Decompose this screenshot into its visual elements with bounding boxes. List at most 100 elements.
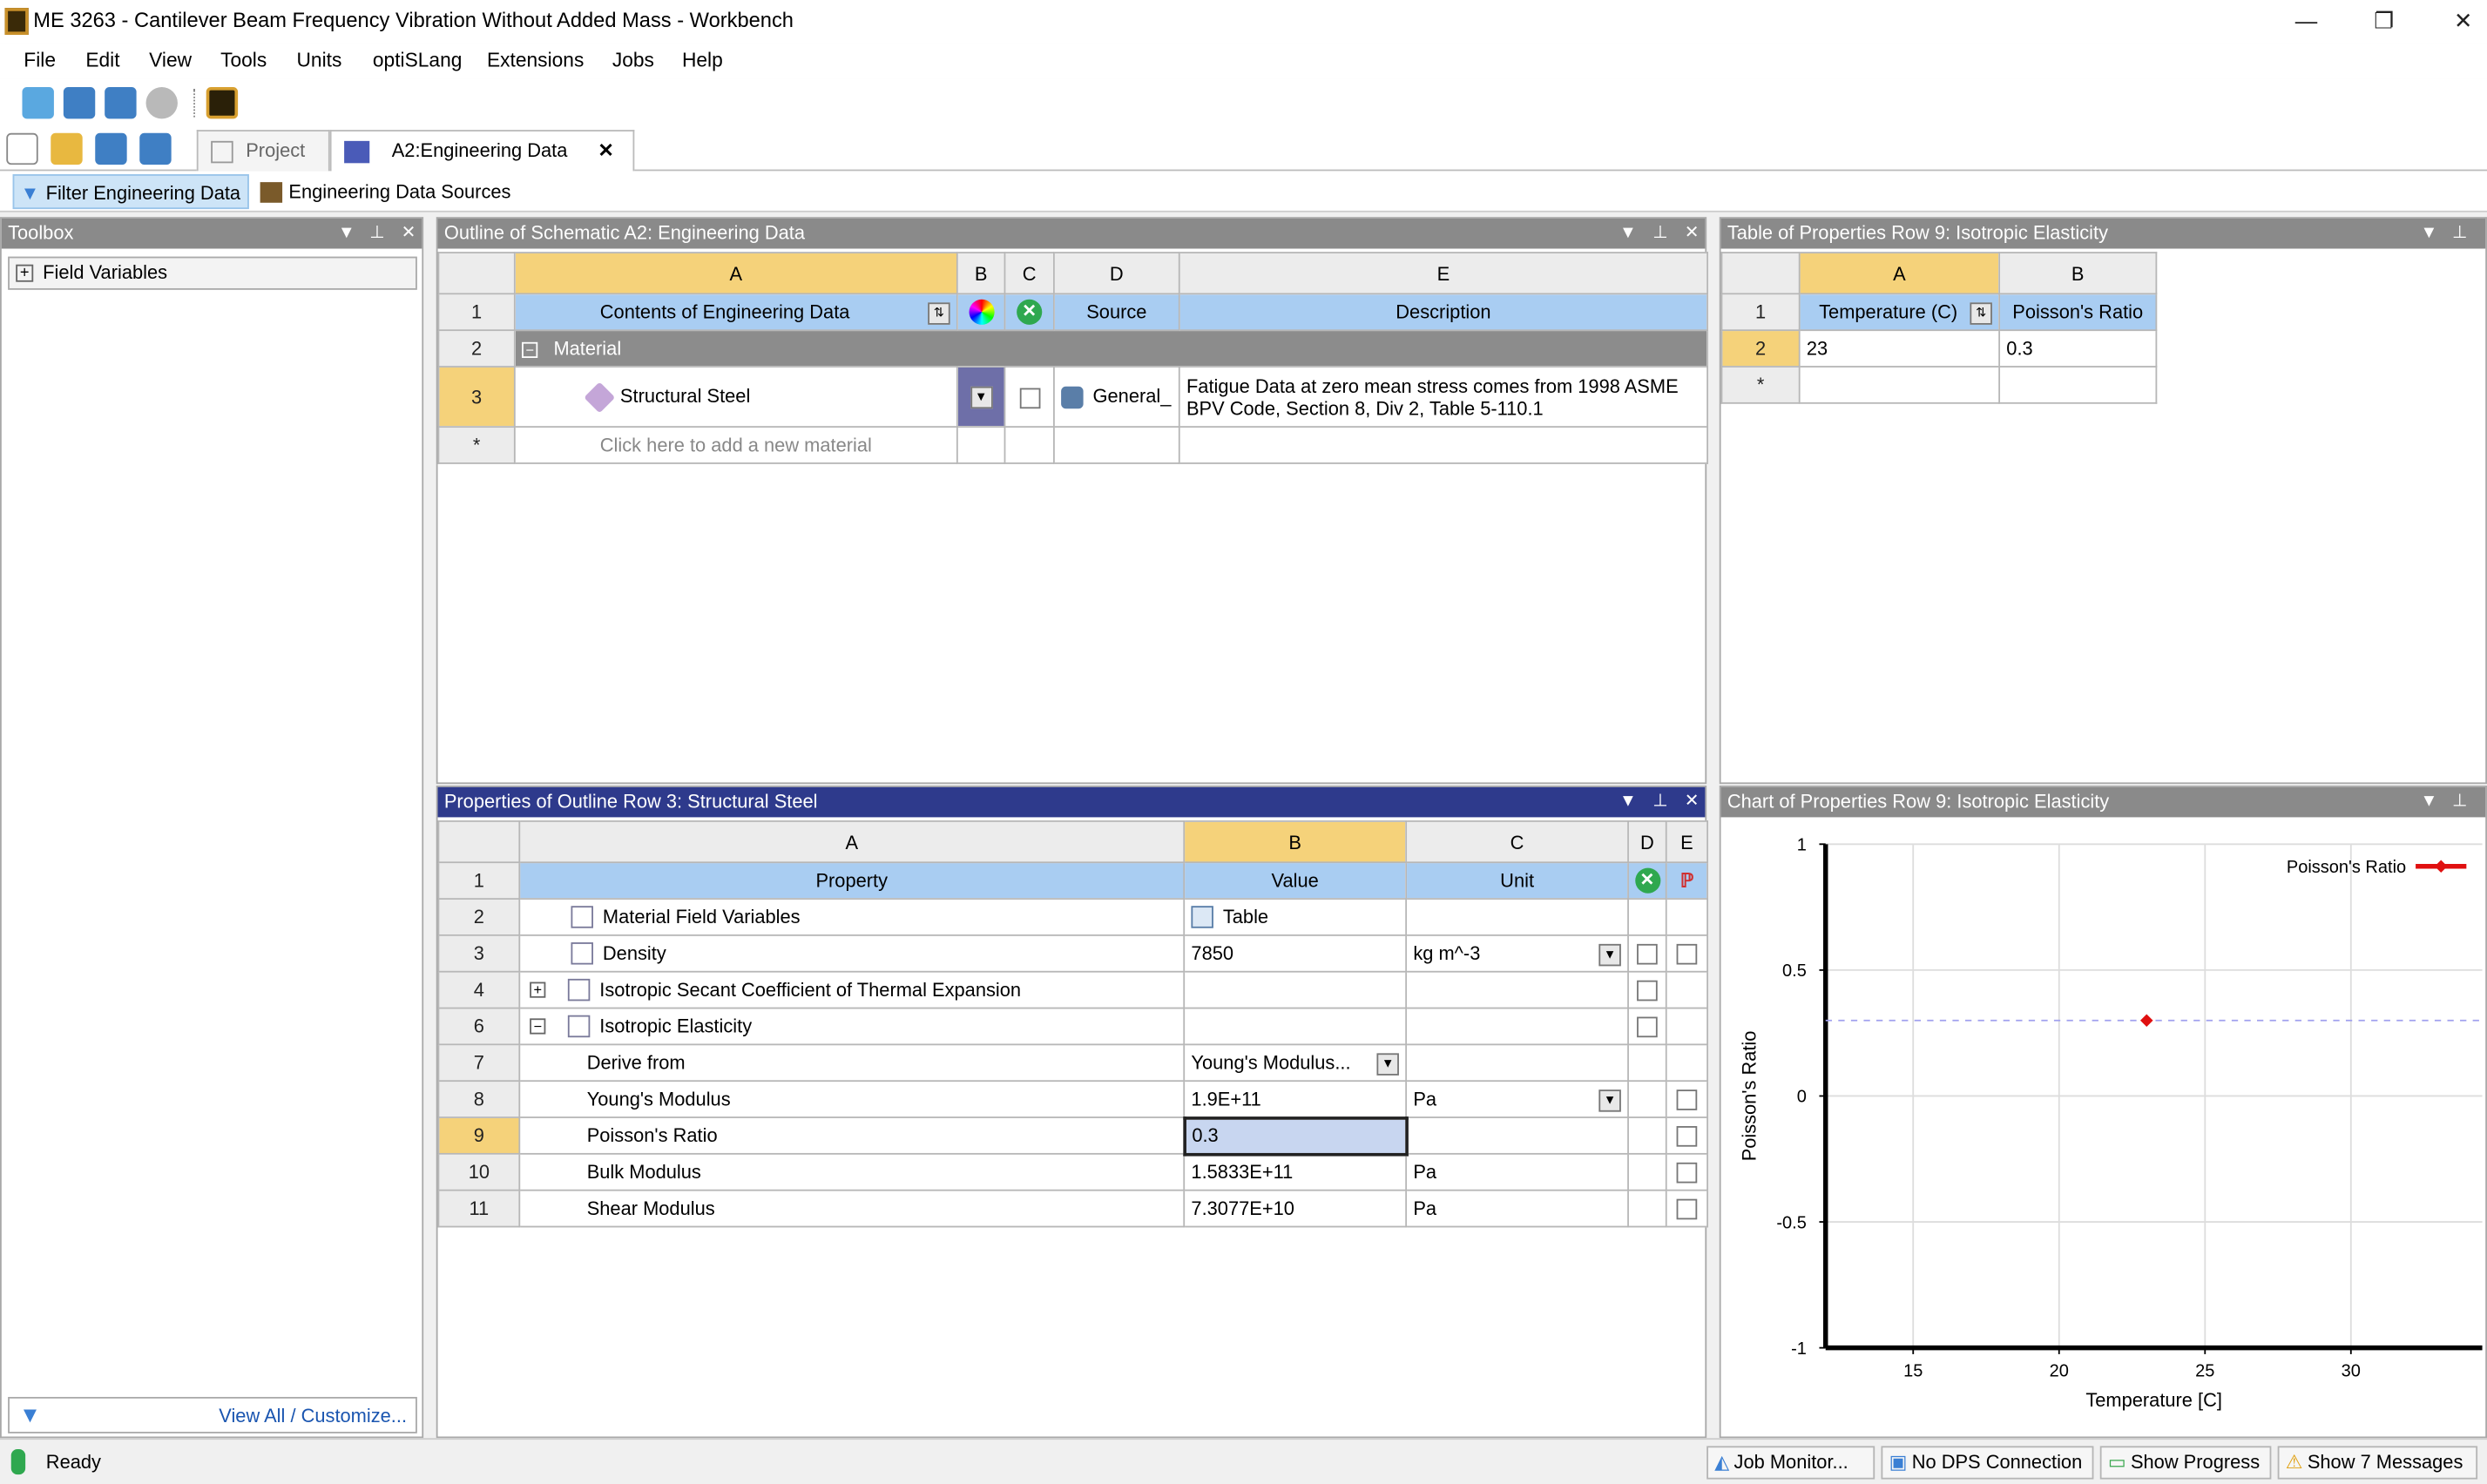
suppress-checkbox-cell[interactable] <box>1004 366 1055 428</box>
add-material-cell[interactable]: Click here to add a new material <box>513 426 958 464</box>
column-a-header[interactable]: A <box>1798 252 2001 295</box>
panel-menu-icon[interactable]: ▼ <box>338 219 355 249</box>
refresh-icon[interactable] <box>145 87 178 119</box>
value-cell[interactable]: 1.9E+11 <box>1183 1080 1408 1118</box>
column-b-header[interactable]: B <box>1998 252 2158 295</box>
value-cell[interactable]: 7850 <box>1183 934 1408 973</box>
tab-project[interactable]: Project <box>196 130 330 172</box>
temperature-value-cell[interactable]: 23 <box>1798 329 2001 368</box>
menu-extensions[interactable]: Extensions <box>487 49 584 71</box>
save-icon[interactable] <box>63 87 96 119</box>
column-b-header[interactable]: B <box>956 252 1006 295</box>
property-name-cell[interactable]: + Isotropic Secant Coefficient of Thermal… <box>518 970 1186 1009</box>
menu-optislang[interactable]: optiSLang <box>373 49 463 71</box>
close-tab-icon[interactable]: ✕ <box>598 132 613 170</box>
checkbox-cell[interactable] <box>1665 1152 1709 1191</box>
column-e-header[interactable]: E <box>1178 252 1709 295</box>
checkbox-cell[interactable] <box>1665 934 1709 973</box>
pin-icon[interactable]: ⊥ <box>2452 787 2467 818</box>
property-name-cell[interactable]: Bulk Modulus <box>518 1152 1186 1191</box>
pin-icon[interactable]: ⊥ <box>1652 787 1667 818</box>
checkbox-cell[interactable] <box>1665 1116 1709 1155</box>
checkbox[interactable] <box>1637 980 1658 1002</box>
panel-menu-icon[interactable]: ▼ <box>1619 787 1637 818</box>
property-name-cell[interactable]: Derive from <box>518 1043 1186 1083</box>
chevron-down-icon[interactable]: ▼ <box>1598 1089 1621 1111</box>
checkbox-cell[interactable] <box>1665 1080 1709 1118</box>
sort-icon[interactable]: ⇅ <box>928 301 950 324</box>
pin-icon[interactable]: ⊥ <box>2452 219 2467 249</box>
column-a-header[interactable]: A <box>513 252 958 295</box>
restore-button[interactable]: ❐ <box>2360 4 2408 36</box>
checkbox-cell[interactable] <box>1627 970 1667 1009</box>
unit-cell[interactable]: Pa ▼ <box>1405 1080 1629 1118</box>
material-group-row[interactable]: − Material <box>513 329 1709 368</box>
property-name-cell[interactable]: Shear Modulus <box>518 1189 1186 1228</box>
checkbox-cell[interactable] <box>1627 934 1667 973</box>
panel-menu-icon[interactable]: ▼ <box>2421 219 2438 249</box>
new-project-icon[interactable] <box>22 87 54 119</box>
checkbox[interactable] <box>1018 387 1040 408</box>
menu-help[interactable]: Help <box>682 49 723 71</box>
column-e-header[interactable]: E <box>1665 820 1709 864</box>
tab-engineering-data[interactable]: A2:Engineering Data ✕ <box>329 130 635 173</box>
panel-menu-icon[interactable]: ▼ <box>2421 787 2438 818</box>
ansys-icon[interactable] <box>206 87 239 119</box>
checkbox[interactable] <box>1676 1126 1698 1147</box>
value-cell[interactable] <box>1183 1007 1408 1046</box>
value-cell[interactable]: 1.5833E+11 <box>1183 1152 1408 1191</box>
checkbox[interactable] <box>1637 944 1658 965</box>
dps-connection-button[interactable]: ▣ No DPS Connection <box>1881 1446 2094 1480</box>
chevron-down-icon[interactable]: ▼ <box>1376 1052 1399 1075</box>
pin-icon[interactable]: ⊥ <box>369 219 384 249</box>
poissons-ratio-value-cell[interactable]: 0.3 <box>1998 329 2158 368</box>
checkbox[interactable] <box>1676 1198 1698 1220</box>
new-icon[interactable] <box>6 132 38 165</box>
save-as-icon[interactable] <box>139 132 172 165</box>
property-name-cell[interactable]: Density <box>518 934 1186 973</box>
structural-steel-cell[interactable]: Structural Steel <box>513 366 958 428</box>
menu-units[interactable]: Units <box>296 49 341 71</box>
collapse-icon[interactable]: − <box>522 341 538 358</box>
menu-jobs[interactable]: Jobs <box>612 49 654 71</box>
column-c-header[interactable]: C <box>1405 820 1629 864</box>
column-d-header[interactable]: D <box>1627 820 1667 864</box>
material-dropdown-cell[interactable]: ▼ <box>956 366 1006 428</box>
checkbox[interactable] <box>1637 1016 1658 1038</box>
view-all-customize-link[interactable]: View All / Customize... <box>219 1405 407 1427</box>
column-d-header[interactable]: D <box>1053 252 1180 295</box>
job-monitor-button[interactable]: ◭ Job Monitor... <box>1706 1446 1875 1480</box>
menu-view[interactable]: View <box>149 49 192 71</box>
column-a-header[interactable]: A <box>518 820 1186 864</box>
chevron-down-icon[interactable]: ▼ <box>970 387 992 409</box>
field-variables-group[interactable]: + Field Variables <box>8 256 417 290</box>
property-name-cell[interactable]: Material Field Variables <box>518 898 1186 936</box>
filter-icon[interactable]: ▼ <box>19 1401 41 1427</box>
menu-edit[interactable]: Edit <box>85 49 119 71</box>
column-c-header[interactable]: C <box>1004 252 1055 295</box>
menu-tools[interactable]: Tools <box>220 49 267 71</box>
save-icon[interactable] <box>95 132 127 165</box>
close-panel-icon[interactable]: ✕ <box>402 219 416 249</box>
open-icon[interactable] <box>51 132 83 165</box>
checkbox[interactable] <box>1676 1163 1698 1184</box>
filter-engineering-data-button[interactable]: ▼ Filter Engineering Data <box>12 174 249 210</box>
new-row-cell[interactable] <box>1998 366 2158 404</box>
value-cell[interactable]: 0.3 <box>1182 1116 1408 1156</box>
data-point[interactable] <box>2139 1014 2153 1027</box>
checkbox-cell[interactable] <box>1627 1007 1667 1046</box>
menu-file[interactable]: File <box>24 49 56 71</box>
minimize-button[interactable]: — <box>2282 4 2330 36</box>
close-panel-icon[interactable]: ✕ <box>1685 219 1700 249</box>
new-row-cell[interactable] <box>1798 366 2001 404</box>
sort-icon[interactable]: ⇅ <box>1970 301 1992 324</box>
close-panel-icon[interactable]: ✕ <box>1685 787 1700 818</box>
pin-icon[interactable]: ⊥ <box>1652 219 1667 249</box>
value-cell[interactable]: 7.3077E+10 <box>1183 1189 1408 1228</box>
value-cell[interactable]: Table <box>1183 898 1408 936</box>
panel-menu-icon[interactable]: ▼ <box>1619 219 1637 249</box>
value-cell[interactable] <box>1183 970 1408 1009</box>
show-progress-button[interactable]: ▭ Show Progress <box>2099 1446 2272 1480</box>
property-name-cell[interactable]: Young's Modulus <box>518 1080 1186 1118</box>
property-name-cell[interactable]: Poisson's Ratio <box>518 1116 1186 1155</box>
